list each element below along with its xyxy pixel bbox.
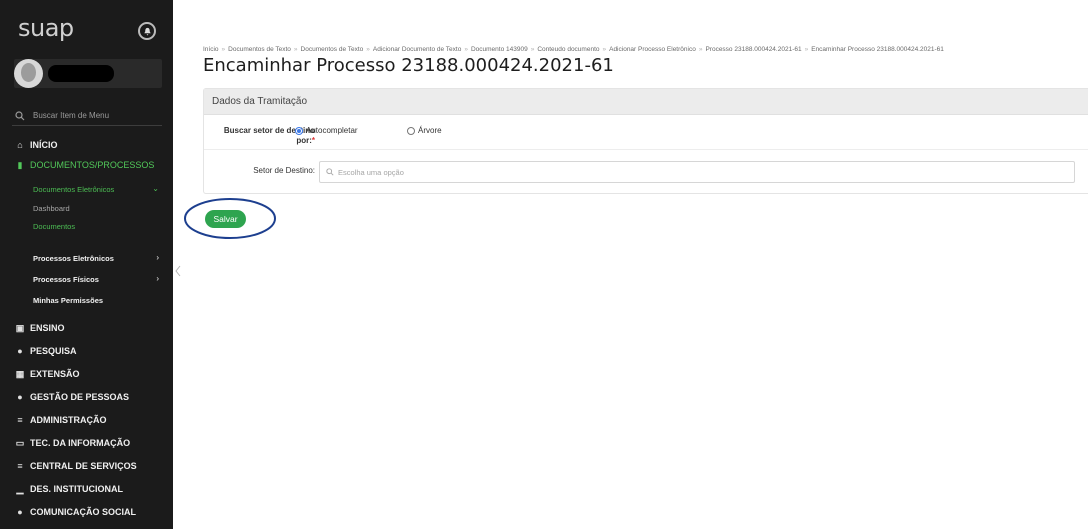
sidebar-item-tec-da-informacao[interactable]: ▭ TEC. DA INFORMAÇÃO — [14, 437, 131, 449]
breadcrumb-separator: » — [464, 46, 468, 53]
radio-selected-icon[interactable] — [295, 126, 303, 135]
sidebar-item-label: ADMINISTRAÇÃO — [30, 415, 107, 425]
menu-icon: ≡ — [17, 461, 23, 471]
breadcrumb-separator: » — [804, 46, 809, 53]
tramitacao-panel: Dados da Tramitação Buscar setor de dest… — [203, 88, 1088, 194]
menu-search-input[interactable]: Buscar Item de Menu — [33, 111, 109, 120]
sidebar-sub-documentos-eletronicos[interactable]: Documentos Eletrônicos — [33, 185, 114, 194]
breadcrumb-separator: » — [698, 46, 703, 53]
sidebar-item-ensino[interactable]: ▣ ENSINO — [14, 322, 65, 334]
breadcrumb-item[interactable]: Documento 143909 — [471, 46, 528, 53]
required-mark: * — [311, 136, 315, 145]
row-divider — [204, 149, 1088, 150]
home-icon: ⌂ — [17, 140, 23, 150]
breadcrumb-separator: » — [293, 46, 298, 53]
breadcrumb-item[interactable]: Início — [203, 46, 219, 53]
radio-autocompletar-label: Autocompletar — [306, 126, 358, 135]
sidebar-sub-dashboard[interactable]: Dashboard — [33, 204, 70, 213]
panel-header: Dados da Tramitação — [204, 89, 1088, 115]
chevron-right-icon[interactable]: › — [156, 253, 159, 262]
sidebar-item-label: CENTRAL DE SERVIÇOS — [30, 461, 137, 471]
sidebar-item-label: ENSINO — [30, 323, 65, 333]
panel-title: Dados da Tramitação — [212, 96, 308, 107]
breadcrumb-current: Encaminhar Processo 23188.000424.2021-61 — [811, 46, 944, 53]
sidebar-item-label: COMUNICAÇÃO SOCIAL — [30, 507, 136, 517]
sidebar: suap Buscar Item de Menu ⌂ INÍCIO ▮ DOCU… — [0, 0, 173, 529]
sidebar-sub-minhas-permissoes[interactable]: Minhas Permissões — [33, 296, 103, 305]
sidebar-item-label: DOCUMENTOS/PROCESSOS — [30, 160, 155, 170]
radio-arvore[interactable]: Árvore — [407, 126, 442, 135]
main-content: Início» Documentos de Texto» Documentos de… — [184, 0, 1088, 529]
radio-autocompletar[interactable]: Autocompletar — [295, 126, 358, 135]
sidebar-item-label: GESTÃO DE PESSOAS — [30, 392, 130, 402]
menu-search[interactable]: Buscar Item de Menu — [12, 108, 162, 126]
sidebar-item-inicio[interactable]: ⌂ INÍCIO — [14, 140, 58, 150]
breadcrumb-item[interactable]: Processo 23188.000424.2021-61 — [705, 46, 801, 53]
sidebar-item-label: TEC. DA INFORMAÇÃO — [30, 438, 131, 448]
page-title: Encaminhar Processo 23188.000424.2021-61 — [203, 55, 614, 76]
people-icon: ● — [17, 392, 23, 402]
redacted-username — [48, 65, 114, 82]
breadcrumb: Início» Documentos de Texto» Documentos de… — [203, 46, 1088, 54]
search-icon — [15, 111, 25, 121]
sidebar-item-des-institucional[interactable]: ▁ DES. INSTITUCIONAL — [14, 483, 124, 495]
search-by-label-line2: por: — [296, 136, 312, 145]
breadcrumb-separator: » — [602, 46, 607, 53]
bell-icon[interactable] — [138, 22, 156, 40]
logo-row: suap — [18, 14, 164, 48]
sidebar-item-label: PESQUISA — [30, 346, 77, 356]
breadcrumb-item[interactable]: Adicionar Documento de Texto — [373, 46, 461, 53]
sidebar-item-label: INÍCIO — [30, 140, 58, 150]
breadcrumb-separator: » — [530, 46, 535, 53]
chevron-right-icon[interactable]: › — [156, 274, 159, 283]
chart-icon: ▦ — [15, 368, 25, 379]
avatar[interactable] — [14, 59, 43, 88]
setor-destino-placeholder: Escolha uma opção — [338, 168, 404, 177]
board-icon: ▣ — [15, 322, 25, 333]
sidebar-item-extensao[interactable]: ▦ EXTENSÃO — [14, 368, 80, 380]
sidebar-item-label: DES. INSTITUCIONAL — [30, 484, 124, 494]
sidebar-item-documentos-processos[interactable]: ▮ DOCUMENTOS/PROCESSOS — [14, 159, 155, 171]
suap-logo[interactable]: suap — [18, 14, 74, 42]
breadcrumb-item[interactable]: Conteudo documento — [537, 46, 599, 53]
radio-unselected-icon[interactable] — [407, 126, 415, 135]
bar-chart-icon: ▁ — [16, 483, 24, 494]
sidebar-sub-documentos[interactable]: Documentos — [33, 222, 75, 231]
sidebar-item-gestao-de-pessoas[interactable]: ● GESTÃO DE PESSOAS — [14, 392, 129, 402]
breadcrumb-item[interactable]: Documentos de Texto — [301, 46, 364, 53]
breadcrumb-item[interactable]: Adicionar Processo Eletrônico — [609, 46, 696, 53]
setor-destino-label: Setor de Destino: — [253, 166, 315, 175]
breadcrumb-separator: » — [221, 46, 226, 53]
sidebar-item-comunicacao-social[interactable]: ● COMUNICAÇÃO SOCIAL — [14, 507, 136, 517]
monitor-icon: ▭ — [15, 437, 25, 448]
sidebar-sub-processos-fisicos[interactable]: Processos Físicos — [33, 275, 99, 284]
sidebar-sub-processos-eletronicos[interactable]: Processos Eletrônicos — [33, 254, 114, 263]
chevron-down-icon[interactable]: ⌄ — [152, 184, 159, 193]
annotation-circle — [184, 198, 276, 239]
breadcrumb-item[interactable]: Documentos de Texto — [228, 46, 291, 53]
search-icon — [326, 168, 334, 176]
folder-icon: ▮ — [17, 159, 23, 170]
sidebar-item-pesquisa[interactable]: ● PESQUISA — [14, 346, 77, 356]
sidebar-item-label: EXTENSÃO — [30, 369, 80, 379]
sidebar-item-administracao[interactable]: ≡ ADMINISTRAÇÃO — [14, 415, 107, 425]
list-icon: ≡ — [17, 415, 23, 425]
radio-arvore-label: Árvore — [418, 126, 442, 135]
globe-icon: ● — [17, 346, 23, 356]
sidebar-item-central-de-servicos[interactable]: ≡ CENTRAL DE SERVIÇOS — [14, 461, 137, 471]
chevron-left-icon[interactable] — [174, 265, 182, 277]
user-profile[interactable] — [14, 59, 162, 88]
breadcrumb-separator: » — [366, 46, 370, 53]
speech-icon: ● — [17, 507, 23, 517]
setor-destino-select[interactable]: Escolha uma opção — [319, 161, 1075, 183]
